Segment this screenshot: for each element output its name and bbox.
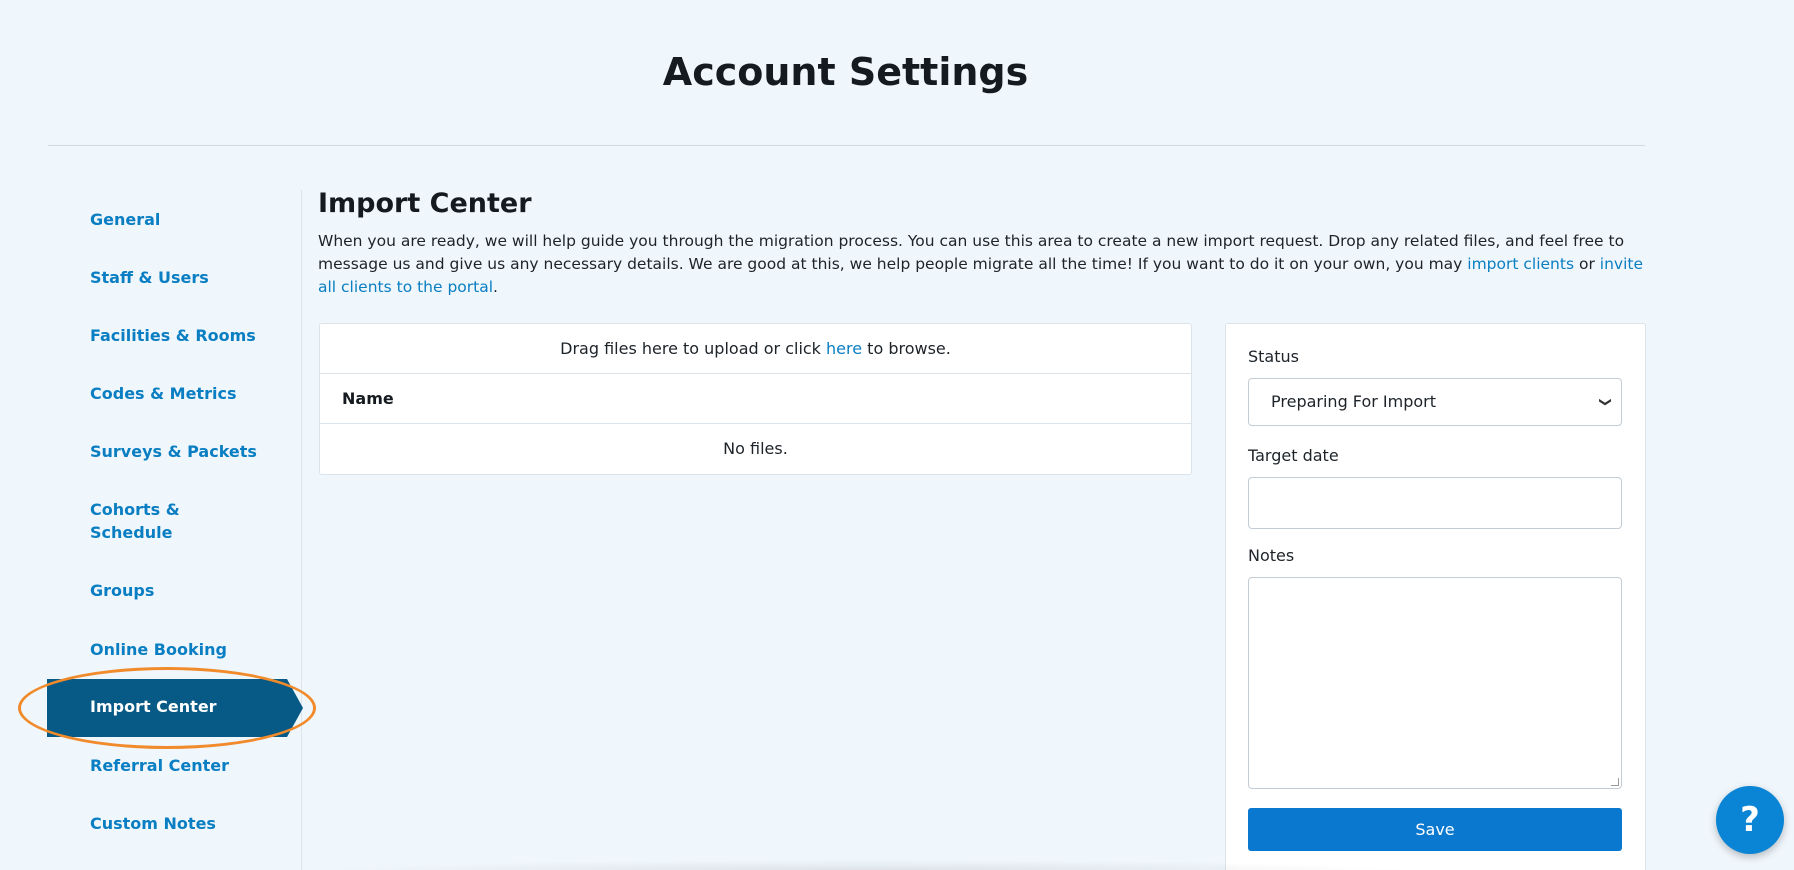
status-label: Status: [1248, 347, 1299, 366]
sidebar-item-groups[interactable]: Groups: [90, 579, 270, 602]
drop-prefix-text: Drag files here to upload or click: [560, 339, 827, 358]
sidebar-item-staff-users[interactable]: Staff & Users: [90, 266, 270, 289]
intro-text: When you are ready, we will help guide y…: [318, 232, 1625, 273]
sidebar-item-referral-center[interactable]: Referral Center: [90, 754, 270, 777]
save-button[interactable]: Save: [1248, 808, 1622, 851]
bottom-shadow: [320, 860, 1420, 870]
intro-paragraph: When you are ready, we will help guide y…: [318, 230, 1648, 299]
account-settings-page: Account Settings General Staff & Users F…: [0, 0, 1794, 870]
page-title: Account Settings: [662, 50, 1029, 94]
sidebar-item-custom-notes[interactable]: Custom Notes: [90, 812, 270, 835]
chevron-down-icon: ❯: [1598, 396, 1613, 408]
section-title: Import Center: [318, 188, 532, 219]
resize-handle-icon[interactable]: [1611, 778, 1619, 786]
notes-label: Notes: [1248, 546, 1295, 565]
sidebar-item-surveys-packets[interactable]: Surveys & Packets: [90, 440, 270, 463]
sidebar-item-general[interactable]: General: [90, 208, 270, 231]
file-drop-zone[interactable]: Drag files here to upload or click here …: [320, 324, 1191, 374]
status-select[interactable]: Preparing For Import ❯: [1248, 378, 1622, 426]
target-date-label: Target date: [1248, 446, 1339, 465]
files-column-header: Name: [320, 374, 1191, 424]
sidebar-item-facilities-rooms[interactable]: Facilities & Rooms: [90, 324, 270, 347]
files-panel: Drag files here to upload or click here …: [319, 323, 1192, 475]
import-request-form: Status Preparing For Import ❯ Target dat…: [1225, 323, 1646, 870]
title-divider: [48, 145, 1645, 146]
browse-files-link[interactable]: here: [826, 339, 862, 358]
sidebar-divider: [301, 190, 302, 870]
import-clients-link[interactable]: import clients: [1467, 255, 1574, 273]
status-selected-value: Preparing For Import: [1271, 392, 1436, 411]
drop-suffix-text: to browse.: [862, 339, 951, 358]
help-button[interactable]: ?: [1716, 786, 1784, 854]
sidebar-item-cohorts-schedule[interactable]: Cohorts & Schedule: [90, 498, 200, 544]
notes-textarea[interactable]: [1248, 577, 1622, 789]
intro-end-text: .: [493, 278, 498, 296]
sidebar-item-import-center-label[interactable]: Import Center: [90, 697, 217, 716]
intro-or-text: or: [1574, 255, 1600, 273]
sidebar-item-codes-metrics[interactable]: Codes & Metrics: [90, 382, 270, 405]
target-date-field[interactable]: [1248, 477, 1622, 529]
sidebar-item-online-booking[interactable]: Online Booking: [90, 638, 270, 661]
files-empty-message: No files.: [723, 439, 788, 458]
